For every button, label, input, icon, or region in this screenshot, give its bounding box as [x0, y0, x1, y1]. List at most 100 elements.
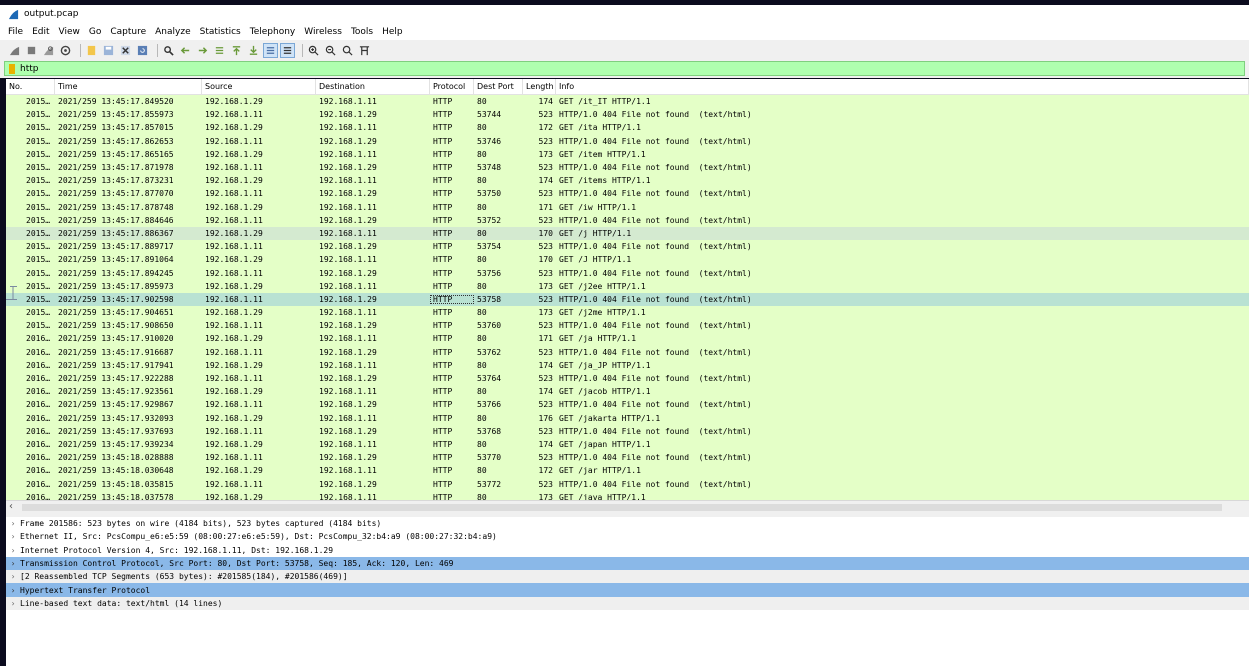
expand-chevron-icon[interactable]: › [6, 559, 20, 568]
packet-row[interactable]: 2016… 2021/259 13:45:17.910020 192.168.1.2… [6, 332, 1249, 346]
menu-file[interactable]: File [8, 27, 23, 37]
menu-edit[interactable]: Edit [32, 27, 49, 37]
cell-protocol: HTTP [433, 400, 453, 410]
menu-go[interactable]: Go [89, 27, 101, 37]
stop-icon[interactable] [25, 44, 38, 57]
packet-row[interactable]: 2015… 2021/259 13:45:17.865165 192.168.1.2… [6, 147, 1249, 161]
packet-row[interactable]: 2015… 2021/259 13:45:17.902598 192.168.1.1… [6, 292, 1249, 306]
packet-details-tree[interactable]: › Frame 201586: 523 bytes on wire (4184 b… [6, 517, 1249, 666]
column-header-dest-port[interactable]: Dest Port [474, 79, 523, 95]
packet-row[interactable]: 2015… 2021/259 13:45:17.855973 192.168.1.1… [6, 108, 1249, 122]
reload-icon[interactable] [136, 44, 149, 57]
packet-row[interactable]: 2016… 2021/259 13:45:18.030648 192.168.1.2… [6, 464, 1249, 478]
detail-tree-item[interactable]: › Ethernet II, Src: PcsCompu_e6:e5:59 (08… [6, 530, 1249, 543]
packet-row[interactable]: 2016… 2021/259 13:45:17.932093 192.168.1.2… [6, 411, 1249, 425]
detail-tree-item[interactable]: › Transmission Control Protocol, Src Port… [6, 556, 1249, 571]
column-header-protocol[interactable]: Protocol [430, 79, 474, 95]
find-packet-icon[interactable] [162, 44, 175, 57]
cell-protocol: HTTP [433, 308, 453, 318]
scroll-left-arrow-icon[interactable]: ‹ [9, 501, 13, 512]
column-header-destination[interactable]: Destination [316, 79, 430, 95]
expand-chevron-icon[interactable]: › [6, 546, 20, 555]
cell-source: 192.168.1.29 [205, 281, 263, 291]
cell-protocol: HTTP [433, 176, 453, 186]
packet-row[interactable]: 2015… 2021/259 13:45:17.857015 192.168.1.2… [6, 121, 1249, 135]
menu-wireless[interactable]: Wireless [304, 27, 342, 37]
cell-source: 192.168.1.29 [205, 202, 263, 212]
packet-row[interactable]: 2015… 2021/259 13:45:17.908650 192.168.1.1… [6, 319, 1249, 333]
cell-protocol: HTTP [433, 413, 453, 423]
filter-bookmark-icon[interactable] [9, 63, 15, 74]
detail-tree-item[interactable]: › Line-based text data: text/html (14 lin… [6, 596, 1249, 611]
expand-chevron-icon[interactable]: › [6, 599, 20, 608]
display-filter-input[interactable]: http [4, 61, 1245, 76]
column-header-length[interactable]: Length [523, 79, 556, 95]
go-to-packet-icon[interactable] [213, 44, 226, 57]
column-header-info[interactable]: Info [556, 79, 1249, 95]
packet-row[interactable]: 2016… 2021/259 13:45:18.037578 192.168.1.2… [6, 490, 1249, 500]
cell-destination: 192.168.1.11 [319, 360, 377, 370]
go-back-icon[interactable] [179, 44, 192, 57]
open-file-icon[interactable] [85, 44, 98, 57]
packet-row[interactable]: 2016… 2021/259 13:45:17.937693 192.168.1.1… [6, 424, 1249, 438]
expand-chevron-icon[interactable]: › [6, 532, 20, 541]
packet-row[interactable]: 2015… 2021/259 13:45:17.891064 192.168.1.2… [6, 253, 1249, 267]
expand-chevron-icon[interactable]: › [6, 519, 20, 528]
expand-chevron-icon[interactable]: › [6, 572, 20, 581]
packet-row[interactable]: 2015… 2021/259 13:45:17.895973 192.168.1.2… [6, 279, 1249, 293]
go-last-icon[interactable] [247, 44, 260, 57]
zoom-out-icon[interactable] [324, 44, 337, 57]
packet-list[interactable]: No. Time Source Destination Protocol Des… [6, 79, 1249, 500]
expand-chevron-icon[interactable]: › [6, 586, 20, 595]
packet-row[interactable]: 2016… 2021/259 13:45:18.028888 192.168.1.1… [6, 451, 1249, 465]
menu-view[interactable]: View [59, 27, 80, 37]
cell-protocol: HTTP [433, 466, 453, 476]
zoom-in-icon[interactable] [307, 44, 320, 57]
restart-icon[interactable] [42, 44, 55, 57]
resize-columns-icon[interactable] [358, 44, 371, 57]
menu-capture[interactable]: Capture [110, 27, 146, 37]
cell-time: 2021/259 13:45:18.028888 [58, 453, 174, 463]
go-first-icon[interactable] [230, 44, 243, 57]
packet-row[interactable]: 2015… 2021/259 13:45:17.871978 192.168.1.1… [6, 160, 1249, 175]
packet-row[interactable]: 2015… 2021/259 13:45:17.894245 192.168.1.1… [6, 266, 1249, 280]
zoom-reset-icon[interactable] [341, 44, 354, 57]
menu-telephony[interactable]: Telephony [250, 27, 296, 37]
menu-statistics[interactable]: Statistics [200, 27, 241, 37]
packet-row[interactable]: 2015… 2021/259 13:45:17.884646 192.168.1.1… [6, 213, 1249, 227]
packet-row[interactable]: 2016… 2021/259 13:45:18.035815 192.168.1.1… [6, 477, 1249, 491]
packet-row[interactable]: 2016… 2021/259 13:45:17.929867 192.168.1.1… [6, 398, 1249, 412]
column-header-no[interactable]: No. [6, 79, 55, 95]
packet-row[interactable]: 2016… 2021/259 13:45:17.916687 192.168.1.1… [6, 345, 1249, 359]
packet-row[interactable]: 2015… 2021/259 13:45:17.862653 192.168.1.1… [6, 134, 1249, 148]
packet-row[interactable]: 2015… 2021/259 13:45:17.889717 192.168.1.1… [6, 240, 1249, 254]
column-header-source[interactable]: Source [202, 79, 316, 95]
detail-tree-item[interactable]: › Internet Protocol Version 4, Src: 192.1… [6, 544, 1249, 557]
detail-tree-item[interactable]: › Hypertext Transfer Protocol [6, 583, 1249, 597]
save-file-icon[interactable] [102, 44, 115, 57]
autoscroll-icon[interactable] [263, 42, 278, 58]
colorize-icon[interactable] [280, 42, 295, 58]
menu-analyze[interactable]: Analyze [155, 27, 190, 37]
close-file-icon[interactable] [119, 44, 132, 57]
shark-fin-start-icon[interactable] [8, 44, 21, 57]
detail-tree-item[interactable]: › [2 Reassembled TCP Segments (653 bytes)… [6, 570, 1249, 584]
packet-row[interactable]: 2015… 2021/259 13:45:17.849520 192.168.1.2… [6, 95, 1249, 109]
packet-row[interactable]: 2016… 2021/259 13:45:17.923561 192.168.1.2… [6, 385, 1249, 399]
go-forward-icon[interactable] [196, 44, 209, 57]
packet-row[interactable]: 2016… 2021/259 13:45:17.939234 192.168.1.2… [6, 437, 1249, 452]
capture-options-icon[interactable] [59, 44, 72, 57]
packet-row[interactable]: 2015… 2021/259 13:45:17.886367 192.168.1.2… [6, 226, 1249, 241]
packet-row[interactable]: 2015… 2021/259 13:45:17.873231 192.168.1.2… [6, 174, 1249, 188]
menu-help[interactable]: Help [382, 27, 403, 37]
packet-row[interactable]: 2016… 2021/259 13:45:17.917941 192.168.1.2… [6, 358, 1249, 372]
packet-row[interactable]: 2015… 2021/259 13:45:17.904651 192.168.1.2… [6, 306, 1249, 320]
packet-row[interactable]: 2015… 2021/259 13:45:17.877070 192.168.1.1… [6, 187, 1249, 201]
column-header-time[interactable]: Time [55, 79, 202, 95]
packet-list-horizontal-scrollbar[interactable]: ‹ [6, 500, 1249, 513]
packet-row[interactable]: 2016… 2021/259 13:45:17.922288 192.168.1.1… [6, 371, 1249, 386]
packet-row[interactable]: 2015… 2021/259 13:45:17.878748 192.168.1.2… [6, 200, 1249, 214]
scrollbar-thumb[interactable] [22, 504, 1222, 511]
detail-tree-item[interactable]: › Frame 201586: 523 bytes on wire (4184 b… [6, 517, 1249, 530]
menu-tools[interactable]: Tools [351, 27, 373, 37]
